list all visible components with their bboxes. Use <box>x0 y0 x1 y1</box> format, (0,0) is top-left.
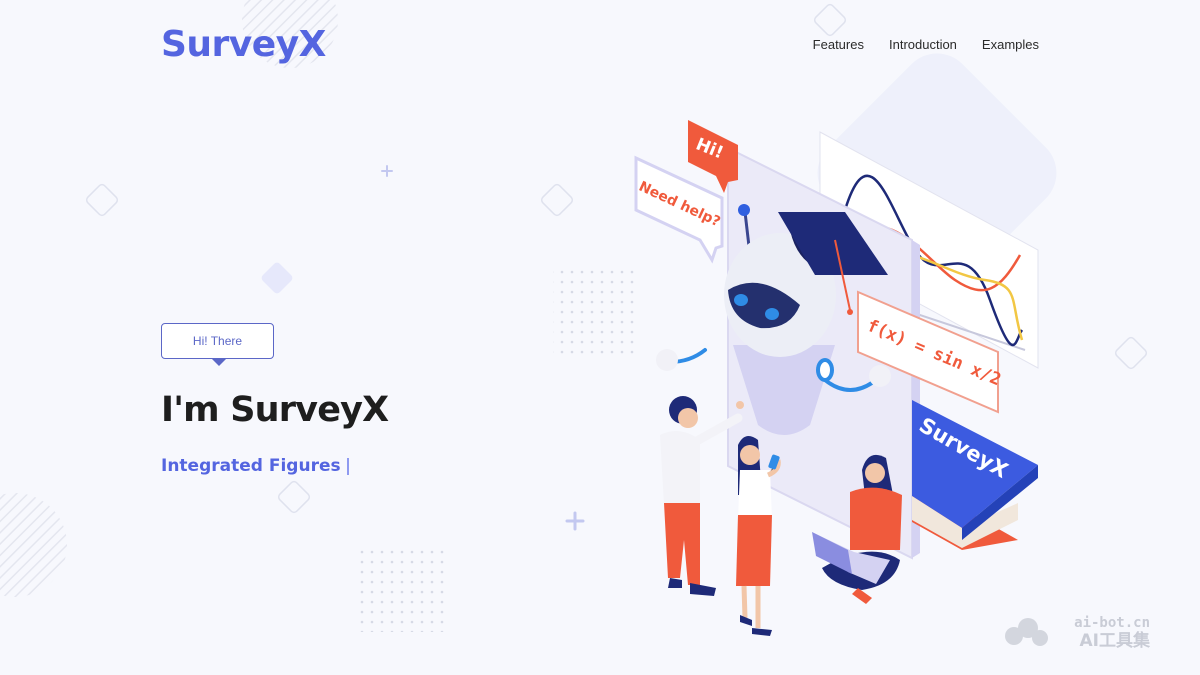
diamond-outline <box>1114 336 1148 370</box>
diamond-outline <box>540 183 574 217</box>
watermark-domain: ai-bot.cn <box>1074 615 1150 631</box>
greeting-tag: Hi! There <box>161 323 274 359</box>
logo[interactable]: SurveyX <box>161 22 326 68</box>
watermark: ai-bot.cn AI工具集 <box>1074 614 1150 650</box>
dot-grid-2 <box>358 544 446 632</box>
greeting-tag-pointer <box>212 359 226 366</box>
diamond-outline <box>277 480 311 514</box>
main-nav: Features Introduction Examples <box>813 37 1039 53</box>
nav-introduction[interactable]: Introduction <box>889 37 957 53</box>
nav-features[interactable]: Features <box>813 37 864 53</box>
bubble-help: Need help? <box>634 155 724 264</box>
hero-illustration: Hi! Need help? f(x) = sin x/2 SurveyX <box>634 120 1039 636</box>
striped-circle-left <box>0 493 67 597</box>
watermark-name: AI工具集 <box>1079 631 1150 651</box>
plus-mark <box>565 511 585 531</box>
hero-title: I'm SurveyX <box>161 390 389 430</box>
hero-subtitle: Integrated Figures <box>161 454 349 478</box>
diamond-outline <box>813 3 847 37</box>
nav-examples[interactable]: Examples <box>982 37 1039 53</box>
typed-text: Integrated Figures <box>161 456 341 476</box>
diamond-filled <box>261 262 293 294</box>
person-standing-woman <box>736 436 781 636</box>
typing-caret <box>346 457 349 475</box>
watermark-logo-icon <box>1005 618 1048 646</box>
diamond-outline <box>85 183 119 217</box>
book-stack: SurveyX <box>912 400 1038 550</box>
plus-mark <box>381 165 393 177</box>
person-standing-man <box>660 396 744 596</box>
